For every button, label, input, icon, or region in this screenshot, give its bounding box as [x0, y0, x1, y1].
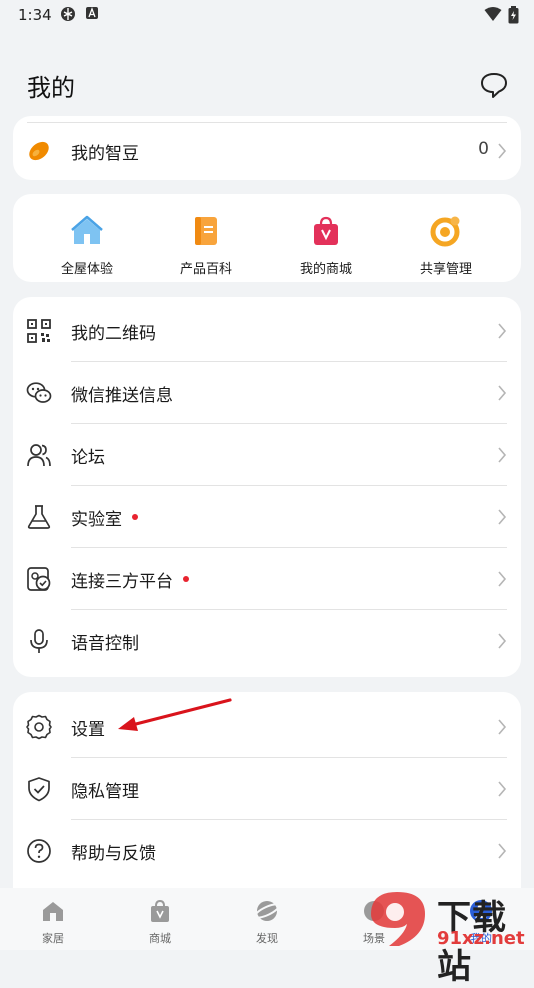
watermark-sub-text: 91xz.net — [437, 928, 525, 949]
zhidou-value: 0 — [478, 139, 489, 159]
menu-item-help-feedback[interactable]: 帮助与反馈 — [13, 820, 521, 882]
status-time: 1:34 — [18, 6, 52, 24]
bean-icon — [29, 141, 49, 161]
quick-action-whole-house[interactable]: 全屋体验 — [27, 214, 147, 277]
zhidou-card: 我的智豆 0 — [13, 116, 521, 180]
share-icon — [430, 216, 460, 247]
status-bar: 1:34 — [0, 0, 534, 30]
home-icon — [43, 902, 63, 921]
chevron-right-icon — [498, 571, 507, 587]
menu-item-forum[interactable]: 论坛 — [13, 424, 521, 486]
chevron-right-icon — [498, 633, 507, 649]
menu-item-wechat-push[interactable]: 微信推送信息 — [13, 362, 521, 424]
house-icon — [71, 215, 103, 244]
wifi-icon — [484, 7, 502, 21]
menu-item-privacy[interactable]: 隐私管理 — [13, 758, 521, 820]
chevron-right-icon — [498, 843, 507, 859]
menu-card-settings: 设置 隐私管理 帮助与反馈 — [13, 692, 521, 892]
battery-icon — [508, 6, 519, 24]
planet-icon — [254, 901, 280, 921]
nav-home[interactable]: 家居 — [18, 898, 88, 946]
flask-icon — [27, 505, 51, 529]
menu-item-voice-control[interactable]: 语音控制 — [13, 610, 521, 672]
menu-card-main: 我的二维码 微信推送信息 论坛 实验室 连接三方平台 语音控制 — [13, 297, 521, 677]
chevron-right-icon — [498, 509, 507, 525]
quick-actions-card: 全屋体验 产品百科 我的商城 共享管理 — [13, 194, 521, 282]
book-icon — [195, 217, 217, 245]
message-icon[interactable] — [478, 70, 510, 100]
annotation-arrow-icon — [118, 698, 232, 731]
users-icon — [27, 444, 51, 467]
menu-item-third-party[interactable]: 连接三方平台 — [13, 548, 521, 610]
shield-icon — [28, 777, 50, 802]
watermark: 下载站 91xz.net — [365, 888, 534, 987]
chevron-right-icon — [498, 385, 507, 401]
chevron-right-icon — [498, 781, 507, 797]
nav-mall[interactable]: 商城 — [125, 898, 195, 946]
link-platform-icon — [27, 567, 51, 591]
chevron-right-icon — [498, 719, 507, 735]
quick-action-my-mall[interactable]: 我的商城 — [266, 214, 386, 277]
bag-icon — [151, 899, 169, 922]
status-a-icon — [86, 7, 98, 19]
zhidou-label: 我的智豆 — [71, 144, 139, 164]
help-icon — [27, 839, 51, 863]
menu-item-lab[interactable]: 实验室 — [13, 486, 521, 548]
microphone-icon — [30, 629, 48, 653]
new-badge-dot — [132, 514, 138, 520]
status-app-icon — [61, 7, 75, 21]
wechat-icon — [26, 382, 52, 403]
gear-icon — [26, 714, 52, 740]
zhidou-row[interactable]: 我的智豆 0 — [13, 122, 521, 180]
chevron-right-icon — [498, 447, 507, 463]
quick-action-share-manage[interactable]: 共享管理 — [386, 214, 506, 277]
new-badge-dot — [183, 576, 189, 582]
shopping-bag-icon — [314, 216, 338, 245]
menu-item-settings[interactable]: 设置 — [13, 696, 521, 758]
watermark-logo-icon — [371, 892, 425, 946]
nav-discover[interactable]: 发现 — [232, 898, 302, 946]
chevron-right-icon — [498, 143, 507, 159]
chevron-right-icon — [498, 323, 507, 339]
menu-item-qr-code[interactable]: 我的二维码 — [13, 300, 521, 362]
qr-code-icon — [27, 319, 51, 343]
quick-action-product-wiki[interactable]: 产品百科 — [146, 214, 266, 277]
page-title: 我的 — [27, 74, 75, 102]
